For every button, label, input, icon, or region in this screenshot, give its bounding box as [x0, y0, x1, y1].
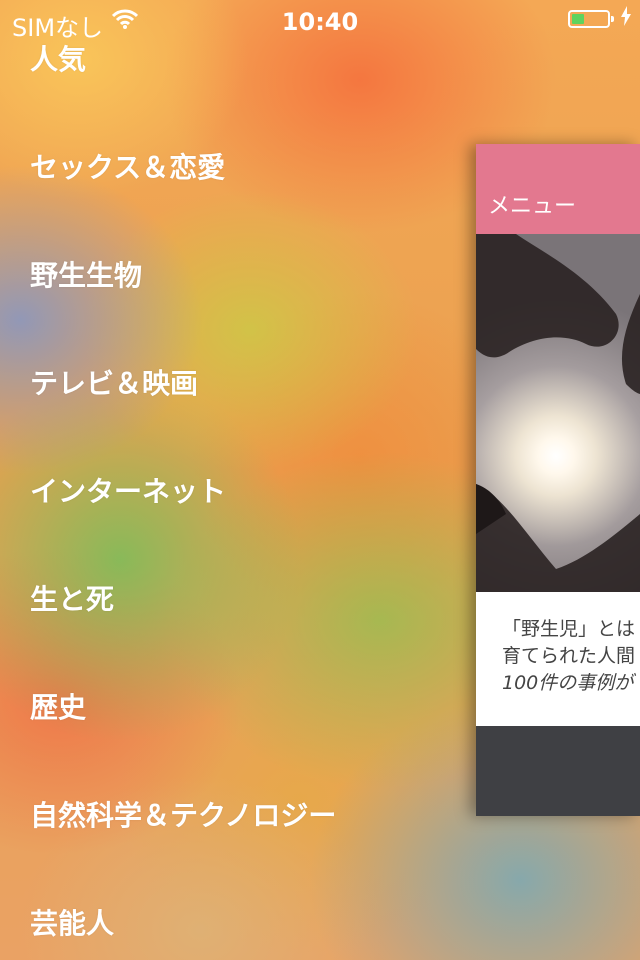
clock: 10:40 — [281, 8, 359, 36]
charging-bolt-icon — [620, 6, 632, 32]
article-line: 「野生児」とは — [502, 618, 636, 640]
panel-footer — [476, 726, 640, 816]
article-line: 100件の事例が — [502, 672, 634, 694]
article-photo[interactable] — [476, 234, 640, 592]
menu-item-science-tech[interactable]: 自然科学＆テクノロジー — [30, 794, 336, 834]
battery-level-fill — [572, 14, 584, 24]
battery-tip — [611, 16, 614, 22]
menu-item-history[interactable]: 歴史 — [30, 686, 86, 726]
menu-button[interactable]: メニュー — [488, 188, 576, 220]
menu-item-sex-love[interactable]: セックス＆恋愛 — [30, 146, 225, 186]
battery-icon — [568, 10, 614, 28]
status-bar: SIMなし 10:40 — [0, 0, 640, 42]
menu-item-life-death[interactable]: 生と死 — [30, 578, 114, 618]
menu-item-celebrities[interactable]: 芸能人 — [30, 902, 114, 942]
menu-item-wildlife[interactable]: 野生生物 — [30, 254, 142, 294]
article-line: 育てられた人間 — [502, 645, 636, 667]
article-preview-text[interactable]: 「野生児」とは 育てられた人間 100件の事例が — [502, 616, 640, 697]
menu-item-tv-movies[interactable]: テレビ＆映画 — [30, 362, 198, 402]
menu-item-internet[interactable]: インターネット — [30, 470, 226, 510]
main-content-panel[interactable]: メニュー 「野生児」とは 育てられた人間 100件の事例が — [476, 144, 640, 816]
panel-header: メニュー — [476, 144, 640, 234]
menu-item-popular[interactable]: 人気 — [30, 38, 86, 78]
